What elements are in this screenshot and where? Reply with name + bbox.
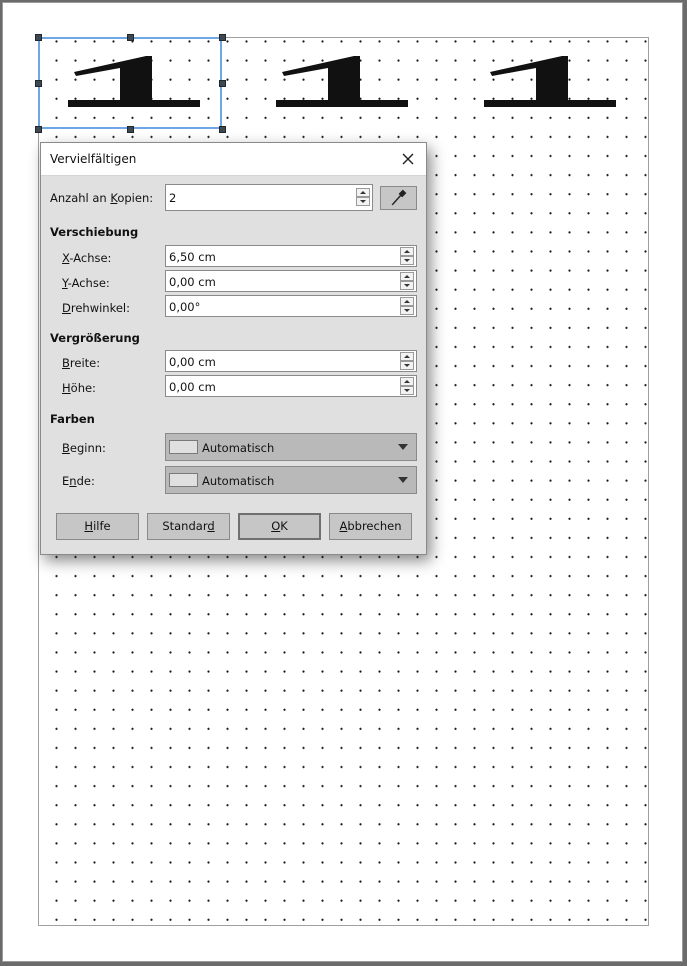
x-axis-decrement[interactable]: [400, 256, 414, 265]
y-axis-field[interactable]: 0,00 cm: [165, 270, 417, 292]
close-button[interactable]: [398, 149, 418, 169]
cancel-button[interactable]: Abbrechen: [329, 513, 412, 540]
selection-handle[interactable]: [127, 126, 134, 133]
enlarge-heading: Vergrößerung: [50, 331, 140, 345]
height-field[interactable]: 0,00 cm: [165, 375, 417, 397]
width-value[interactable]: 0,00 cm: [169, 355, 216, 369]
width-label: Breite:: [62, 356, 101, 370]
selection-handle[interactable]: [219, 80, 226, 87]
width-decrement[interactable]: [400, 361, 414, 370]
rotation-value[interactable]: 0,00°: [169, 300, 200, 314]
start-color-swatch: [169, 440, 198, 454]
end-color-value: Automatisch: [202, 474, 275, 488]
y-axis-increment[interactable]: [400, 272, 414, 281]
selection-handle[interactable]: [35, 34, 42, 41]
colors-heading: Farben: [50, 412, 95, 426]
height-decrement[interactable]: [400, 386, 414, 395]
height-label: Höhe:: [62, 381, 96, 395]
height-increment[interactable]: [400, 377, 414, 386]
y-axis-decrement[interactable]: [400, 281, 414, 290]
rotation-label: Drehwinkel:: [62, 301, 130, 315]
x-axis-increment[interactable]: [400, 247, 414, 256]
width-increment[interactable]: [400, 352, 414, 361]
selection-handle[interactable]: [35, 80, 42, 87]
copies-label: Anzahl an Kopien:: [50, 191, 154, 205]
start-color-dropdown[interactable]: Automatisch: [165, 433, 417, 461]
height-value[interactable]: 0,00 cm: [169, 380, 216, 394]
start-color-value: Automatisch: [202, 441, 275, 455]
shift-heading: Verschiebung: [50, 225, 139, 239]
dialog-title: Vervielfältigen: [50, 152, 137, 166]
pipette-icon: [391, 189, 407, 206]
selection-handle[interactable]: [219, 34, 226, 41]
selection-handle[interactable]: [219, 126, 226, 133]
width-field[interactable]: 0,00 cm: [165, 350, 417, 372]
y-axis-label: Y-Achse:: [62, 276, 110, 290]
x-axis-field[interactable]: 6,50 cm: [165, 245, 417, 267]
rotation-increment[interactable]: [400, 297, 414, 306]
dialog-titlebar: Vervielfältigen: [41, 143, 426, 176]
close-icon: [402, 153, 414, 165]
pipette-button[interactable]: [380, 186, 417, 210]
end-color-dropdown[interactable]: Automatisch: [165, 466, 417, 494]
help-button[interactable]: Hilfe: [56, 513, 139, 540]
copies-value[interactable]: 2: [169, 191, 176, 205]
ok-button[interactable]: OK: [238, 513, 321, 540]
dialog-body: Anzahl an Kopien: 2 Verschiebung X-Achse…: [41, 176, 426, 554]
selection-handle[interactable]: [127, 34, 134, 41]
rotation-decrement[interactable]: [400, 306, 414, 315]
selection-frame[interactable]: [38, 37, 222, 129]
end-color-swatch: [169, 473, 198, 487]
chevron-down-icon: [398, 477, 408, 483]
copies-increment[interactable]: [356, 188, 370, 197]
duplicate-dialog: Vervielfältigen Anzahl an Kopien: 2 Vers…: [40, 142, 427, 555]
copies-decrement[interactable]: [356, 197, 370, 206]
selection-handle[interactable]: [35, 126, 42, 133]
chevron-down-icon: [398, 444, 408, 450]
reset-button[interactable]: Standard: [147, 513, 230, 540]
start-color-label: Beginn:: [62, 441, 106, 455]
numeral-one-shape[interactable]: [270, 50, 416, 112]
x-axis-label: X-Achse:: [62, 251, 112, 265]
x-axis-value[interactable]: 6,50 cm: [169, 250, 216, 264]
copies-spinbox[interactable]: 2: [165, 184, 373, 211]
end-color-label: Ende:: [62, 474, 95, 488]
numeral-one-shape[interactable]: [478, 50, 624, 112]
rotation-field[interactable]: 0,00°: [165, 295, 417, 317]
y-axis-value[interactable]: 0,00 cm: [169, 275, 216, 289]
